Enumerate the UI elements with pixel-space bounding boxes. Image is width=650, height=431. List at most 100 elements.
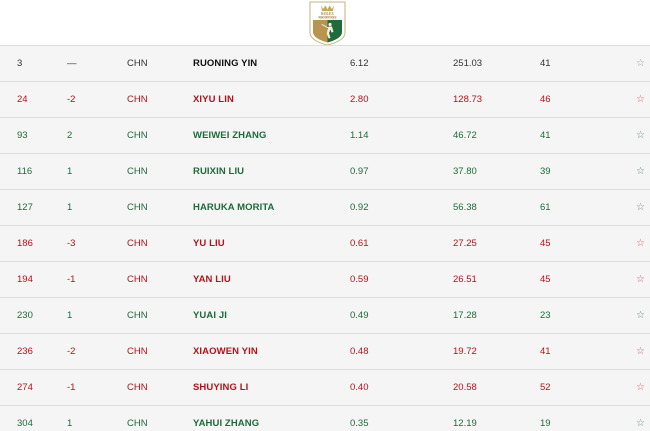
country-cell: CHN xyxy=(127,346,148,357)
star-outline-icon[interactable]: ☆ xyxy=(636,46,645,81)
total-points-cell: 251.03 xyxy=(453,58,483,69)
country-cell: CHN xyxy=(127,94,148,105)
rankings-list: 3 — CHN RUONING YIN 6.12 251.03 41 ☆ 24 -2 CHN XIYU… xyxy=(0,45,650,431)
player-name[interactable]: RUIXIN LIU xyxy=(193,154,244,189)
country-cell: CHN xyxy=(127,130,148,141)
rolex-rankings-logo[interactable]: ROLEX RANKINGS xyxy=(309,1,346,46)
table-row[interactable]: 230 1 CHN YUAI JI 0.49 17.28 23 ☆ xyxy=(0,297,650,333)
player-name[interactable]: SHUYING LI xyxy=(193,370,248,405)
table-row[interactable]: 194 -1 CHN YAN LIU 0.59 26.51 45 ☆ xyxy=(0,261,650,297)
total-points-cell: 26.51 xyxy=(453,274,477,285)
movement-cell: -2 xyxy=(67,346,76,357)
country-cell: CHN xyxy=(127,58,148,69)
page-header: ROLEX RANKINGS xyxy=(0,0,650,46)
star-outline-icon[interactable]: ☆ xyxy=(636,82,645,117)
player-name[interactable]: YU LIU xyxy=(193,226,225,261)
average-points-cell: 0.48 xyxy=(350,346,369,357)
total-points-cell: 37.80 xyxy=(453,166,477,177)
star-outline-icon[interactable]: ☆ xyxy=(636,226,645,261)
table-row[interactable]: 186 -3 CHN YU LIU 0.61 27.25 45 ☆ xyxy=(0,225,650,261)
player-name[interactable]: XIAOWEN YIN xyxy=(193,334,258,369)
movement-cell: -1 xyxy=(67,382,76,393)
events-played-cell: 23 xyxy=(540,310,551,321)
player-name[interactable]: YUAI JI xyxy=(193,298,227,333)
events-played-cell: 41 xyxy=(540,58,551,69)
player-name[interactable]: XIYU LIN xyxy=(193,82,234,117)
player-name[interactable]: WEIWEI ZHANG xyxy=(193,118,267,153)
rank-cell: 116 xyxy=(17,166,33,177)
events-played-cell: 39 xyxy=(540,166,551,177)
star-outline-icon[interactable]: ☆ xyxy=(636,190,645,225)
average-points-cell: 1.14 xyxy=(350,130,369,141)
total-points-cell: 19.72 xyxy=(453,346,477,357)
player-name[interactable]: YAN LIU xyxy=(193,262,231,297)
rank-cell: 3 xyxy=(17,58,23,69)
total-points-cell: 17.28 xyxy=(453,310,477,321)
country-cell: CHN xyxy=(127,310,148,321)
table-row[interactable]: 116 1 CHN RUIXIN LIU 0.97 37.80 39 ☆ xyxy=(0,153,650,189)
events-played-cell: 61 xyxy=(540,202,551,213)
player-name[interactable]: YAHUI ZHANG xyxy=(193,406,259,431)
star-outline-icon[interactable]: ☆ xyxy=(636,118,645,153)
rank-cell: 230 xyxy=(17,310,33,321)
events-played-cell: 52 xyxy=(540,382,551,393)
total-points-cell: 20.58 xyxy=(453,382,477,393)
table-row[interactable]: 127 1 CHN HARUKA MORITA 0.92 56.38 61 ☆ xyxy=(0,189,650,225)
star-outline-icon[interactable]: ☆ xyxy=(636,334,645,369)
average-points-cell: 0.61 xyxy=(350,238,369,249)
rank-cell: 127 xyxy=(17,202,33,213)
events-played-cell: 41 xyxy=(540,130,551,141)
movement-cell: -2 xyxy=(67,94,76,105)
movement-cell: -1 xyxy=(67,274,76,285)
rank-cell: 274 xyxy=(17,382,33,393)
average-points-cell: 0.59 xyxy=(350,274,369,285)
average-points-cell: 2.80 xyxy=(350,94,369,105)
movement-cell: 2 xyxy=(67,130,73,141)
events-played-cell: 41 xyxy=(540,346,551,357)
rank-cell: 186 xyxy=(17,238,33,249)
total-points-cell: 128.73 xyxy=(453,94,483,105)
rank-cell: 24 xyxy=(17,94,28,105)
country-cell: CHN xyxy=(127,382,148,393)
movement-cell: — xyxy=(67,58,77,69)
movement-cell: 1 xyxy=(67,310,73,321)
star-outline-icon[interactable]: ☆ xyxy=(636,370,645,405)
total-points-cell: 12.19 xyxy=(453,418,477,429)
rank-cell: 194 xyxy=(17,274,33,285)
events-played-cell: 45 xyxy=(540,274,551,285)
events-played-cell: 46 xyxy=(540,94,551,105)
total-points-cell: 46.72 xyxy=(453,130,477,141)
logo-bottom-text: RANKINGS xyxy=(318,16,337,20)
movement-cell: -3 xyxy=(67,238,76,249)
events-played-cell: 45 xyxy=(540,238,551,249)
table-row[interactable]: 93 2 CHN WEIWEI ZHANG 1.14 46.72 41 ☆ xyxy=(0,117,650,153)
table-row[interactable]: 24 -2 CHN XIYU LIN 2.80 128.73 46 ☆ xyxy=(0,81,650,117)
country-cell: CHN xyxy=(127,418,148,429)
rankings-page: ROLEX RANKINGS 3 — CHN RUONING YIN 6.12 251.0… xyxy=(0,0,650,431)
star-outline-icon[interactable]: ☆ xyxy=(636,298,645,333)
total-points-cell: 27.25 xyxy=(453,238,477,249)
country-cell: CHN xyxy=(127,238,148,249)
country-cell: CHN xyxy=(127,166,148,177)
table-row[interactable]: 304 1 CHN YAHUI ZHANG 0.35 12.19 19 ☆ xyxy=(0,405,650,431)
total-points-cell: 56.38 xyxy=(453,202,477,213)
events-played-cell: 19 xyxy=(540,418,551,429)
player-name[interactable]: RUONING YIN xyxy=(193,46,257,81)
country-cell: CHN xyxy=(127,202,148,213)
rank-cell: 93 xyxy=(17,130,28,141)
table-row[interactable]: 236 -2 CHN XIAOWEN YIN 0.48 19.72 41 ☆ xyxy=(0,333,650,369)
movement-cell: 1 xyxy=(67,202,73,213)
star-outline-icon[interactable]: ☆ xyxy=(636,406,645,431)
average-points-cell: 0.49 xyxy=(350,310,369,321)
table-row[interactable]: 274 -1 CHN SHUYING LI 0.40 20.58 52 ☆ xyxy=(0,369,650,405)
player-name[interactable]: HARUKA MORITA xyxy=(193,190,275,225)
average-points-cell: 0.35 xyxy=(350,418,369,429)
movement-cell: 1 xyxy=(67,166,73,177)
star-outline-icon[interactable]: ☆ xyxy=(636,262,645,297)
rank-cell: 304 xyxy=(17,418,33,429)
star-outline-icon[interactable]: ☆ xyxy=(636,154,645,189)
movement-cell: 1 xyxy=(67,418,73,429)
table-row[interactable]: 3 — CHN RUONING YIN 6.12 251.03 41 ☆ xyxy=(0,45,650,81)
average-points-cell: 6.12 xyxy=(350,58,369,69)
country-cell: CHN xyxy=(127,274,148,285)
